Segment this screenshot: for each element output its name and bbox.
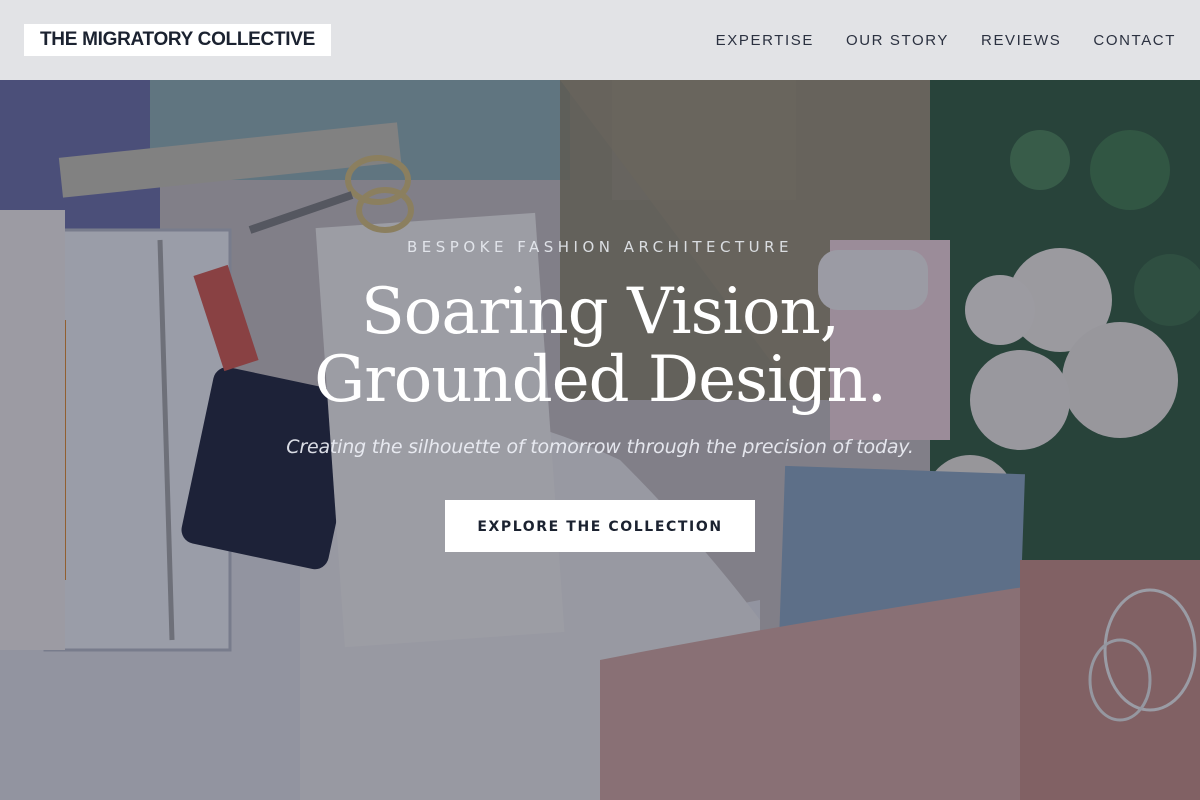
brand-logo[interactable]: THE MIGRATORY COLLECTIVE: [24, 24, 331, 56]
site-header: THE MIGRATORY COLLECTIVE EXPERTISE OUR S…: [0, 0, 1200, 80]
main-nav: EXPERTISE OUR STORY REVIEWS CONTACT: [716, 0, 1176, 80]
nav-link-our-story[interactable]: OUR STORY: [846, 32, 949, 49]
nav-link-reviews[interactable]: REVIEWS: [981, 32, 1061, 49]
explore-collection-button[interactable]: EXPLORE THE COLLECTION: [445, 500, 755, 552]
hero-headline-line1: Soaring Vision,: [360, 275, 840, 349]
hero-headline: Soaring Vision, Grounded Design.: [0, 278, 1200, 414]
hero-eyebrow: BESPOKE FASHION ARCHITECTURE: [406, 238, 794, 256]
hero-section: BESPOKE FASHION ARCHITECTURE Soaring Vis…: [0, 236, 1200, 552]
nav-link-contact[interactable]: CONTACT: [1093, 32, 1176, 49]
hero-tagline: Creating the silhouette of tomorrow thro…: [286, 436, 914, 458]
nav-link-expertise[interactable]: EXPERTISE: [716, 32, 814, 49]
hero-headline-line2: Grounded Design.: [314, 343, 887, 417]
